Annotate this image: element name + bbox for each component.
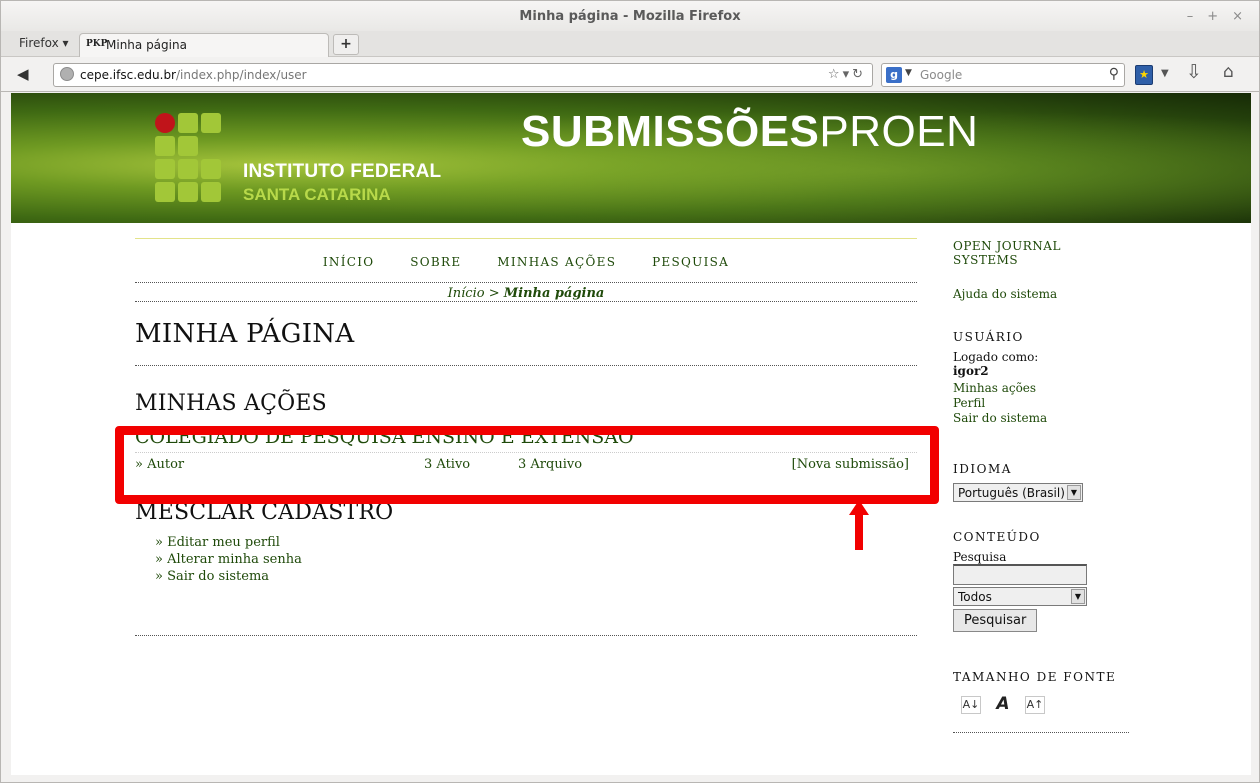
font-default-icon[interactable]: A: [993, 696, 1013, 714]
google-icon[interactable]: g: [886, 67, 902, 83]
bottom-divider: [135, 635, 917, 636]
search-placeholder: Google: [920, 68, 963, 82]
logo-square: [155, 182, 175, 202]
chevron-down-icon: ▼: [1071, 589, 1085, 604]
navigation-toolbar: ◀ cepe.ifsc.edu.br/index.php/index/user …: [1, 58, 1259, 92]
logo-circle: [155, 113, 175, 133]
username: igor2: [953, 364, 989, 378]
sidebar-search-input[interactable]: [953, 564, 1087, 585]
logo-square: [178, 113, 198, 133]
font-smaller-icon[interactable]: A↓: [961, 696, 981, 714]
title-bar: Minha página - Mozilla Firefox – + ×: [1, 1, 1259, 31]
main-navigation: INÍCIO SOBRE MINHAS AÇÕES PESQUISA: [135, 239, 917, 283]
change-password-link[interactable]: » Alterar minha senha: [155, 551, 917, 568]
browser-window: Minha página - Mozilla Firefox – + × Fir…: [0, 0, 1260, 783]
breadcrumb-home[interactable]: Início: [448, 286, 485, 301]
window-title: Minha página - Mozilla Firefox: [519, 9, 741, 24]
breadcrumb-separator: >: [488, 286, 500, 301]
globe-icon: [60, 67, 74, 81]
magnifier-icon[interactable]: ⚲: [1109, 66, 1119, 82]
sidebar-item-my-actions[interactable]: Minhas ações: [953, 381, 1129, 396]
nav-sobre[interactable]: SOBRE: [410, 255, 461, 269]
content-heading: CONTEÚDO: [953, 530, 1041, 544]
breadcrumb-current[interactable]: Minha página: [504, 286, 605, 301]
history-dropdown-icon[interactable]: ▾: [843, 67, 853, 82]
logo-square: [201, 159, 221, 179]
logo-square: [178, 182, 198, 202]
user-block: USUÁRIO Logado como: igor2 Minhas ações …: [953, 330, 1129, 426]
font-size-heading: TAMANHO DE FONTE: [953, 670, 1117, 684]
chevron-down-icon: ▼: [1067, 485, 1081, 500]
ifsc-logo: [155, 113, 225, 205]
reload-icon[interactable]: ↻: [852, 67, 866, 82]
logout-link[interactable]: » Sair do sistema: [155, 568, 917, 585]
new-tab-button[interactable]: +: [333, 34, 359, 55]
logo-square: [201, 182, 221, 202]
sidebar-item-logout[interactable]: Sair do sistema: [953, 411, 1129, 426]
font-larger-icon[interactable]: A↑: [1025, 696, 1045, 714]
tab-minha-pagina[interactable]: PKP Minha página: [79, 33, 329, 57]
account-links: » Editar meu perfil » Alterar minha senh…: [155, 534, 917, 585]
search-button[interactable]: Pesquisar: [953, 609, 1038, 632]
language-select[interactable]: Português (Brasil) ▼: [953, 483, 1083, 502]
tab-strip: Firefox ▾ PKP Minha página +: [1, 31, 1259, 57]
search-scope-select[interactable]: Todos ▼: [953, 587, 1087, 606]
institution-name: INSTITUTO FEDERAL: [243, 161, 442, 182]
url-bar-actions: ☆▾↻: [828, 67, 866, 82]
url-text: cepe.ifsc.edu.br/index.php/index/user: [80, 68, 307, 82]
help-link[interactable]: Ajuda do sistema: [953, 287, 1129, 302]
ojs-link[interactable]: OPEN JOURNAL SYSTEMS: [953, 239, 1129, 267]
search-label: Pesquisa: [953, 550, 1007, 564]
red-arrow-up-icon: [849, 500, 869, 550]
institution-state: SANTA CATARINA: [243, 185, 391, 204]
sidebar: OPEN JOURNAL SYSTEMS Ajuda do sistema US…: [953, 239, 1129, 733]
nav-pesquisa[interactable]: PESQUISA: [652, 255, 729, 269]
logo-square: [201, 113, 221, 133]
close-button[interactable]: ×: [1232, 9, 1243, 24]
star-icon[interactable]: ☆: [828, 67, 843, 82]
minimize-button[interactable]: –: [1187, 9, 1194, 24]
maximize-button[interactable]: +: [1207, 9, 1218, 24]
logo-square: [155, 159, 175, 179]
red-highlight-box: [115, 426, 939, 504]
content-block: CONTEÚDO Pesquisa Todos ▼ Pesquisar: [953, 530, 1129, 632]
user-heading: USUÁRIO: [953, 330, 1024, 344]
breadcrumb: Início > Minha página: [135, 283, 917, 302]
firefox-menu-button[interactable]: Firefox ▾: [19, 36, 69, 50]
pkp-favicon-icon: PKP: [86, 39, 108, 49]
tab-title: Minha página: [106, 38, 187, 52]
bookmark-dropdown-icon[interactable]: ▼: [1161, 68, 1169, 79]
page-viewport: INSTITUTO FEDERAL SANTA CATARINA SUBMISS…: [11, 93, 1251, 775]
header-banner: INSTITUTO FEDERAL SANTA CATARINA SUBMISS…: [11, 93, 1251, 223]
page-title: MINHA PÁGINA: [135, 319, 917, 366]
language-heading: IDIOMA: [953, 462, 1012, 476]
site-brand: SUBMISSÕESPROEN: [521, 107, 979, 156]
logo-square: [155, 136, 175, 156]
search-bar[interactable]: g ▼ Google ⚲: [881, 63, 1125, 87]
font-size-block: TAMANHO DE FONTE A↓ A A↑: [953, 670, 1129, 733]
actions-heading: MINHAS AÇÕES: [135, 391, 327, 416]
logo-square: [178, 136, 198, 156]
edit-profile-link[interactable]: » Editar meu perfil: [155, 534, 917, 551]
back-arrow-icon[interactable]: ◀: [17, 65, 29, 83]
window-controls: – + ×: [1187, 9, 1243, 24]
nav-minhas-acoes[interactable]: MINHAS AÇÕES: [497, 255, 616, 269]
nav-inicio[interactable]: INÍCIO: [323, 255, 375, 269]
logo-square: [178, 159, 198, 179]
bookmarks-icon[interactable]: ★: [1135, 65, 1153, 85]
search-engine-dropdown-icon[interactable]: ▼: [905, 68, 912, 78]
logged-as-label: Logado como:: [953, 350, 1039, 364]
home-icon[interactable]: ⌂: [1223, 62, 1234, 82]
sidebar-divider: [953, 732, 1129, 733]
downloads-icon[interactable]: ⇩: [1186, 61, 1202, 83]
font-size-controls: A↓ A A↑: [961, 696, 1129, 714]
sidebar-item-profile[interactable]: Perfil: [953, 396, 1129, 411]
language-block: IDIOMA Português (Brasil) ▼: [953, 462, 1129, 502]
url-bar[interactable]: cepe.ifsc.edu.br/index.php/index/user ☆▾…: [53, 63, 873, 87]
